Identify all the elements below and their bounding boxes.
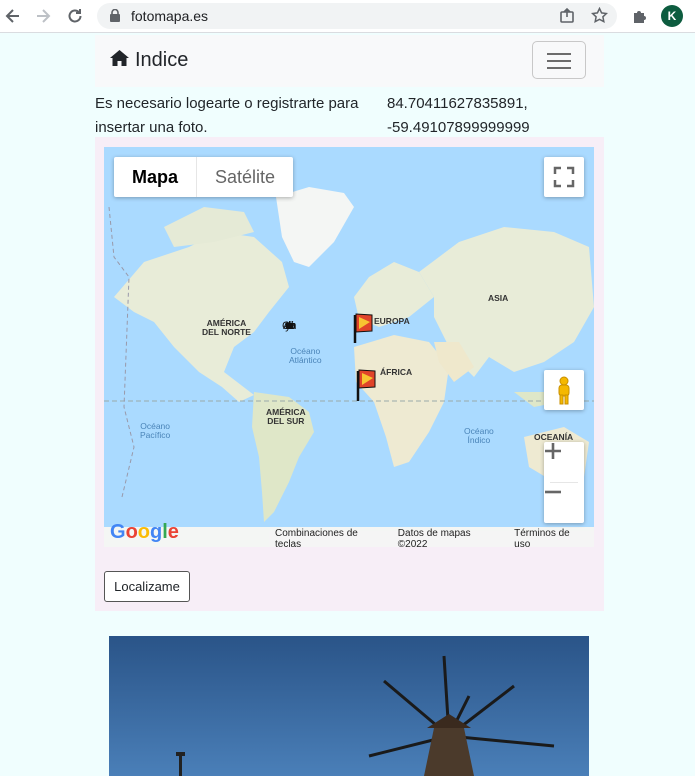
photo-windmill[interactable] bbox=[109, 636, 589, 776]
map-data-text: Datos de mapas ©2022 bbox=[397, 528, 471, 547]
label-north-america: AMÉRICA DEL NORTE bbox=[202, 318, 251, 337]
label-africa: ÁFRICA bbox=[380, 367, 413, 377]
google-logo: Google bbox=[110, 521, 179, 543]
reload-icon[interactable] bbox=[64, 5, 86, 27]
google-map[interactable]: AMÉRICA DEL NORTE AMÉRICA DEL SUR EUROPA Á… bbox=[104, 147, 594, 547]
coordinates-line-1: 84.70411627835891, bbox=[387, 95, 528, 112]
keyboard-shortcuts-link[interactable]: Combinaciones de teclas bbox=[275, 528, 386, 547]
back-arrow-icon[interactable] bbox=[2, 5, 24, 27]
url-text: fotomapa.es bbox=[131, 8, 209, 24]
label-oceania: OCEANÍA bbox=[534, 432, 574, 442]
terms-of-use-link[interactable]: Términos de uso bbox=[514, 528, 588, 547]
coordinates-readout: 84.70411627835891, -59.49107899999999 bbox=[387, 92, 602, 140]
login-message: Es necesario logearte o registrarte para… bbox=[95, 95, 359, 136]
world-map-graphic bbox=[104, 187, 594, 547]
label-europe: EUROPA bbox=[374, 316, 410, 326]
share-icon[interactable] bbox=[559, 7, 576, 29]
plus-icon bbox=[545, 443, 561, 459]
map-type-map-button[interactable]: Mapa bbox=[114, 157, 198, 197]
map-type-control: Mapa Satélite bbox=[114, 157, 294, 197]
label-indian: Océano Índico bbox=[464, 426, 494, 445]
menu-toggle-button[interactable] bbox=[532, 41, 586, 79]
hamburger-icon bbox=[547, 53, 571, 55]
map-attribution: Combinaciones de teclas Datos de mapas ©… bbox=[269, 528, 594, 547]
windmill-image bbox=[109, 636, 589, 776]
forward-arrow-icon[interactable] bbox=[32, 5, 54, 27]
pegman-icon bbox=[558, 376, 570, 405]
label-asia: ASIA bbox=[488, 293, 509, 303]
brand-link[interactable]: Indice bbox=[110, 49, 188, 72]
site-navbar: Indice bbox=[95, 35, 604, 87]
extensions-puzzle-icon[interactable] bbox=[629, 5, 651, 27]
label-atlantic: Océano Atlántico bbox=[289, 346, 322, 365]
address-bar[interactable]: fotomapa.es bbox=[97, 3, 617, 29]
fullscreen-icon bbox=[553, 166, 575, 188]
map-marker-europe[interactable] bbox=[353, 313, 373, 343]
home-icon bbox=[110, 49, 129, 72]
zoom-out-button[interactable] bbox=[544, 483, 584, 523]
fullscreen-button[interactable] bbox=[544, 157, 584, 197]
minus-icon bbox=[545, 490, 561, 494]
lock-icon bbox=[110, 8, 120, 27]
label-south-america: AMÉRICA DEL SUR bbox=[266, 407, 306, 426]
zoom-in-button[interactable] bbox=[544, 442, 584, 482]
map-type-satellite-button[interactable]: Satélite bbox=[197, 157, 293, 197]
browser-toolbar: fotomapa.es K bbox=[0, 0, 695, 33]
bookmark-star-icon[interactable] bbox=[590, 6, 609, 29]
label-pacific: Océano Pacífico bbox=[140, 421, 171, 440]
profile-avatar[interactable]: K bbox=[661, 5, 683, 27]
overlapping-marker-labels[interactable]: Cuervos del Ayuntamiento bbox=[282, 320, 295, 332]
street-view-pegman-button[interactable] bbox=[544, 370, 584, 410]
locate-me-button[interactable]: Localizame bbox=[104, 571, 190, 602]
zoom-control bbox=[544, 442, 584, 523]
brand-label: Indice bbox=[135, 49, 189, 71]
